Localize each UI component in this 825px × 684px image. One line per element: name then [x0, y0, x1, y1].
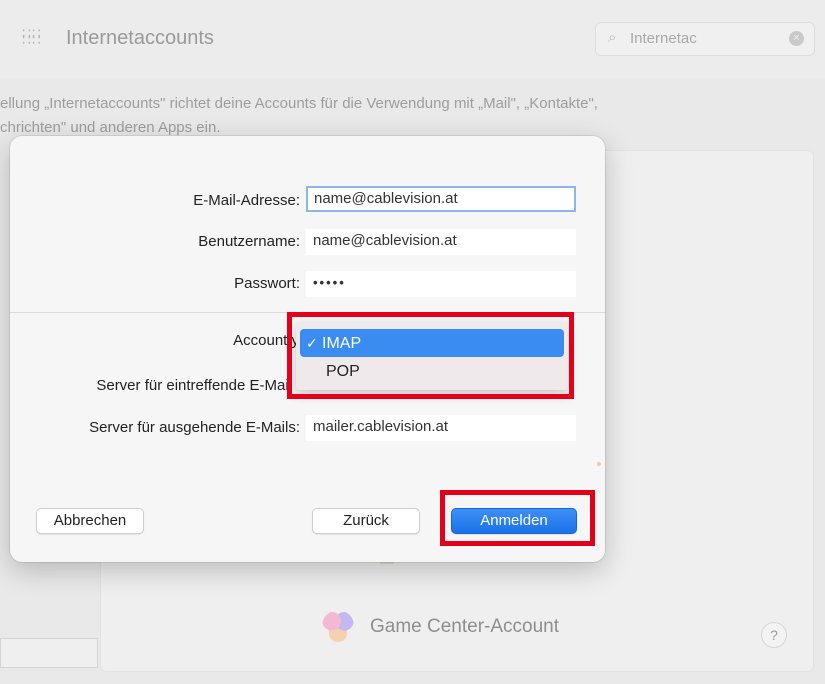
grid-icon[interactable]: ∷∷ ∷∷	[22, 26, 41, 47]
incoming-server-label: Server für eintreffende E-Mail	[96, 377, 292, 394]
cancel-button[interactable]: Abbrechen	[36, 508, 144, 534]
username-field[interactable]: name@cablevision.at	[306, 229, 576, 255]
highlight-account-type	[287, 312, 574, 399]
clear-search-icon[interactable]: ×	[789, 31, 804, 46]
game-center-icon	[322, 610, 354, 642]
search-icon: ⌕	[608, 29, 617, 46]
search-input[interactable]: Internetac	[630, 30, 697, 47]
password-field[interactable]: •••••	[306, 271, 576, 297]
settings-description: ellung „Internetaccounts" richtet deine …	[0, 92, 820, 140]
username-label: Benutzername:	[198, 233, 300, 250]
description-line-1: ellung „Internetaccounts" richtet deine …	[0, 95, 598, 112]
sidebar-box	[0, 638, 98, 668]
outgoing-server-label: Server für ausgehende E-Mails:	[89, 419, 300, 436]
highlight-login-button	[440, 490, 595, 546]
game-center-account-item[interactable]: Game Center-Account	[370, 616, 559, 638]
email-label: E-Mail-Adresse:	[193, 192, 300, 209]
back-button[interactable]: Zurück	[312, 508, 420, 534]
stray-mark	[597, 462, 601, 466]
search-field[interactable]: ⌕ Internetac ×	[595, 22, 815, 56]
password-label: Passwort:	[234, 275, 300, 292]
outgoing-server-field[interactable]: mailer.cablevision.at	[306, 415, 576, 441]
window-title: Internetaccounts	[66, 27, 214, 49]
email-field[interactable]: name@cablevision.at	[306, 186, 576, 212]
help-button[interactable]: ?	[761, 622, 787, 648]
